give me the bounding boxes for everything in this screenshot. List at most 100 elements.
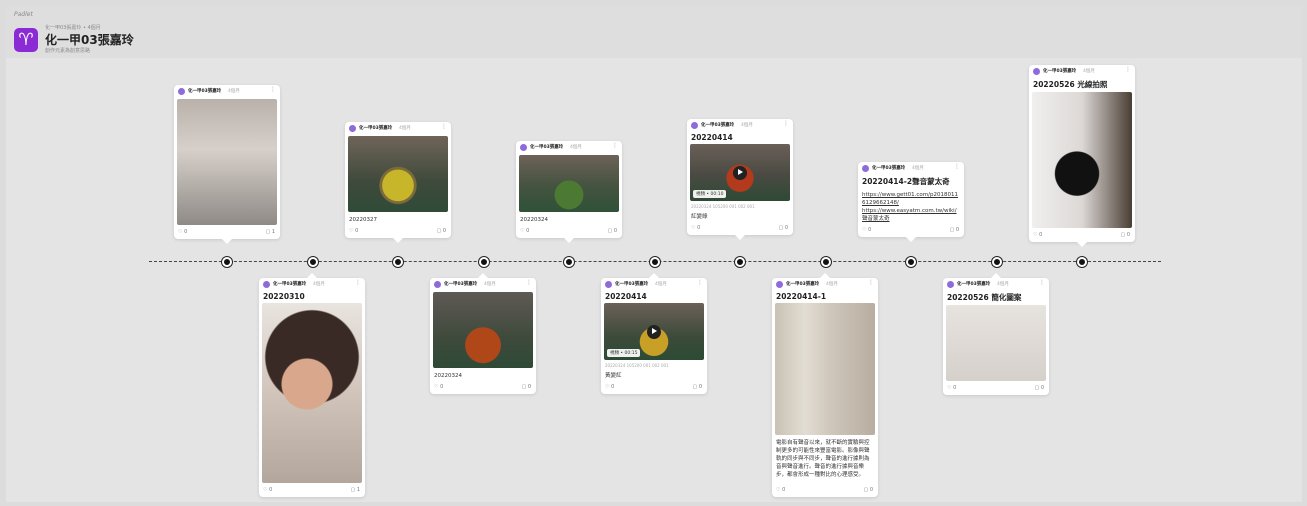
more-icon[interactable]: ⋮ (1039, 280, 1045, 286)
post-link[interactable]: https://www.easyatm.com.tw/wiki/ 聲音蒙太奇 (858, 207, 964, 223)
timeline-dot[interactable] (222, 257, 232, 267)
avatar[interactable] (263, 281, 270, 288)
avatar[interactable] (691, 122, 698, 129)
comment-icon[interactable]: ▢ 1 (265, 229, 275, 235)
post-author[interactable]: 化一甲03張嘉玲 (957, 281, 990, 287)
post-card[interactable]: 化一甲03張嘉玲 4個月 ⋮ 20220414-2聲音蒙太奇 https://w… (858, 162, 964, 242)
post-image[interactable] (348, 136, 448, 212)
more-icon[interactable]: ⋮ (270, 87, 276, 93)
post-author[interactable]: 化一甲03張嘉玲 (359, 125, 392, 131)
post-author[interactable]: 化一甲03張嘉玲 (444, 281, 477, 287)
post-card[interactable]: 化一甲03張嘉玲 4個月 ⋮ 20220310 ♡ 0 ▢ 1 (259, 273, 365, 497)
post-link[interactable]: https://www.gett01.com/p2018011 61296621… (858, 189, 964, 207)
heart-icon[interactable]: ♡ 0 (862, 227, 871, 233)
post-author[interactable]: 化一甲03張嘉玲 (615, 281, 648, 287)
avatar[interactable] (434, 281, 441, 288)
post-card[interactable]: 化一甲03張嘉玲 4個月 ⋮ 20220414 視頻 • 00:15 20220… (601, 273, 707, 394)
avatar[interactable] (178, 88, 185, 95)
post-header: 化一甲03張嘉玲 4個月 ⋮ (516, 141, 622, 155)
comment-icon[interactable]: ▢ 0 (1034, 385, 1044, 391)
comment-icon[interactable]: ▢ 1 (350, 487, 360, 493)
avatar[interactable] (776, 281, 783, 288)
post-author[interactable]: 化一甲03張嘉玲 (786, 281, 819, 287)
timeline-dot[interactable] (650, 257, 660, 267)
heart-icon[interactable]: ♡ 0 (947, 385, 956, 391)
more-icon[interactable]: ⋮ (441, 124, 447, 130)
heart-icon[interactable]: ♡ 0 (178, 229, 187, 235)
timeline-dot[interactable] (308, 257, 318, 267)
timeline-dot[interactable] (735, 257, 745, 267)
post-image[interactable] (433, 292, 533, 368)
timeline-dot[interactable] (992, 257, 1002, 267)
play-icon[interactable] (647, 324, 661, 339)
post-author[interactable]: 化一甲03張嘉玲 (1043, 68, 1076, 74)
heart-icon[interactable]: ♡ 0 (776, 487, 785, 493)
timeline-dot[interactable] (821, 257, 831, 267)
heart-icon[interactable]: ♡ 0 (605, 384, 614, 390)
post-time: 4個月 (484, 282, 496, 287)
post-video[interactable]: 視頻 • 00:15 (604, 303, 704, 360)
comment-icon[interactable]: ▢ 0 (778, 225, 788, 231)
more-icon[interactable]: ⋮ (355, 280, 361, 286)
heart-icon[interactable]: ♡ 0 (691, 225, 700, 231)
post-card[interactable]: 化一甲03張嘉玲 4個月 ⋮ 20220324 ♡ 0 ▢ 0 (516, 141, 622, 243)
post-author[interactable]: 化一甲03張嘉玲 (872, 165, 905, 171)
timeline-dot[interactable] (564, 257, 574, 267)
more-icon[interactable]: ⋮ (612, 143, 618, 149)
avatar[interactable] (605, 281, 612, 288)
heart-icon[interactable]: ♡ 0 (434, 384, 443, 390)
timeline-dot[interactable] (479, 257, 489, 267)
more-icon[interactable]: ⋮ (697, 280, 703, 286)
comment-icon[interactable]: ▢ 0 (863, 487, 873, 493)
comment-count: 0 (1040, 385, 1044, 391)
like-count: 0 (440, 384, 444, 390)
timeline-dot[interactable] (906, 257, 916, 267)
more-icon[interactable]: ⋮ (868, 280, 874, 286)
post-card[interactable]: 化一甲03張嘉玲 4個月 ⋮ 20220327 ♡ 0 ▢ 0 (345, 122, 451, 243)
post-caption: 20220324 (434, 373, 462, 379)
post-author[interactable]: 化一甲03張嘉玲 (530, 144, 563, 150)
brand-logo[interactable]: Padlet (14, 11, 33, 18)
avatar[interactable] (520, 144, 527, 151)
avatar[interactable] (1033, 68, 1040, 75)
post-card[interactable]: 化一甲03張嘉玲 4個月 ⋮ 20220526 簡化圖案 ♡ 0 ▢ 0 (943, 273, 1049, 395)
post-time: 4個月 (313, 282, 325, 287)
comment-icon[interactable]: ▢ 0 (607, 228, 617, 234)
post-card[interactable]: 化一甲03張嘉玲 4個月 ⋮ 20220324 ♡ 0 ▢ 0 (430, 273, 536, 394)
post-time: 4個月 (997, 282, 1009, 287)
heart-icon[interactable]: ♡ 0 (349, 228, 358, 234)
timeline-dot[interactable] (393, 257, 403, 267)
comment-icon[interactable]: ▢ 0 (436, 228, 446, 234)
heart-icon[interactable]: ♡ 0 (520, 228, 529, 234)
post-author[interactable]: 化一甲03張嘉玲 (188, 88, 221, 94)
post-image[interactable] (946, 305, 1046, 381)
more-icon[interactable]: ⋮ (1125, 67, 1131, 73)
comment-icon[interactable]: ▢ 0 (949, 227, 959, 233)
more-icon[interactable]: ⋮ (783, 121, 789, 127)
avatar[interactable] (947, 281, 954, 288)
post-image[interactable] (519, 155, 619, 212)
post-filename: 20220324 105200 001 002 001 (691, 204, 755, 209)
avatar[interactable] (349, 125, 356, 132)
play-icon[interactable] (733, 165, 747, 180)
more-icon[interactable]: ⋮ (954, 164, 960, 170)
comment-icon[interactable]: ▢ 0 (521, 384, 531, 390)
post-image[interactable] (177, 99, 277, 225)
post-card[interactable]: 化一甲03張嘉玲 4個月 ⋮ 20220414-1 電影自有聲音以來，就不斷的實… (772, 273, 878, 497)
post-card[interactable]: 化一甲03張嘉玲 4個月 ⋮ ♡ 0 ▢ 1 (174, 85, 280, 244)
post-image[interactable] (775, 303, 875, 435)
post-card[interactable]: 化一甲03張嘉玲 4個月 ⋮ 20220526 光線拍照 ♡ 0 ▢ 0 (1029, 65, 1135, 247)
comment-icon[interactable]: ▢ 0 (1120, 232, 1130, 238)
post-author[interactable]: 化一甲03張嘉玲 (701, 122, 734, 128)
comment-icon[interactable]: ▢ 0 (692, 384, 702, 390)
post-video[interactable]: 視頻 • 00:10 (690, 144, 790, 201)
heart-icon[interactable]: ♡ 0 (1033, 232, 1042, 238)
post-author[interactable]: 化一甲03張嘉玲 (273, 281, 306, 287)
post-image[interactable] (262, 303, 362, 483)
timeline-dot[interactable] (1077, 257, 1087, 267)
avatar[interactable] (862, 165, 869, 172)
more-icon[interactable]: ⋮ (526, 280, 532, 286)
post-card[interactable]: 化一甲03張嘉玲 4個月 ⋮ 20220414 視頻 • 00:10 20220… (687, 119, 793, 240)
post-image[interactable] (1032, 92, 1132, 228)
heart-icon[interactable]: ♡ 0 (263, 487, 272, 493)
